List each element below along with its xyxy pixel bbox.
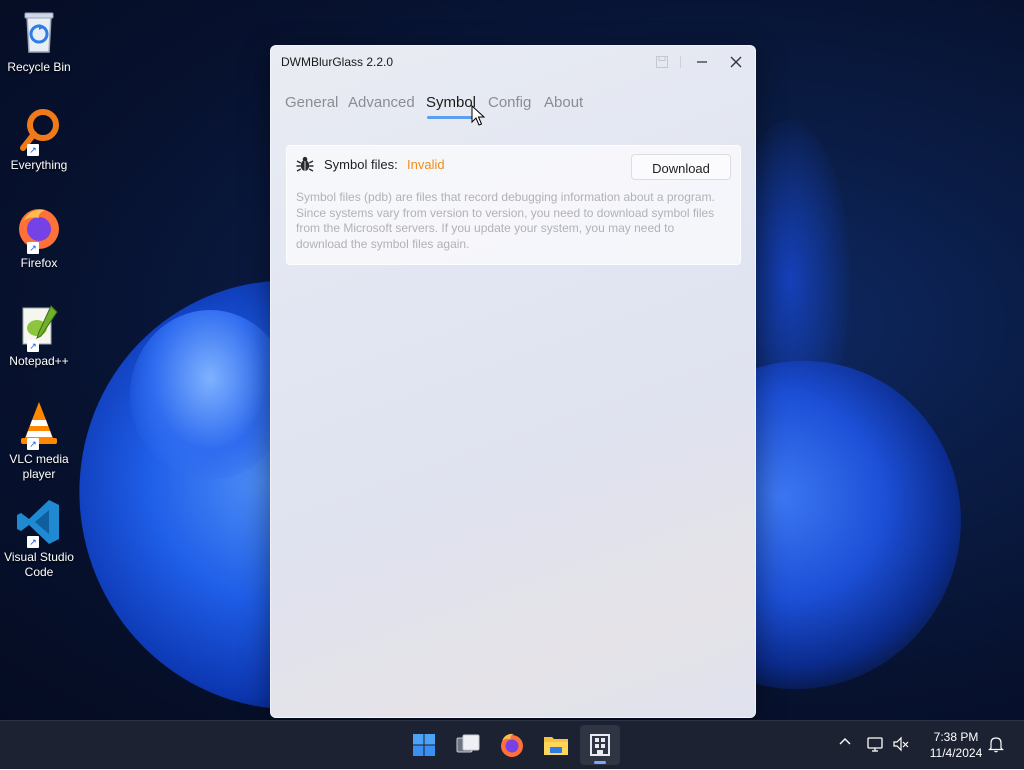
symbol-description: Symbol files (pdb) are files that record… <box>296 190 715 251</box>
tab-advanced[interactable]: Advanced <box>348 94 415 111</box>
system-clock[interactable]: 7:38 PM 11/4/2024 <box>918 729 994 761</box>
title-bar[interactable]: DWMBlurGlass 2.2.0 <box>271 46 755 78</box>
dwmblurglass-window: DWMBlurGlass 2.2.0 General Advanced Symb… <box>270 45 756 718</box>
desktop-icon-vscode[interactable]: ↗ Visual Studio Code <box>2 498 76 580</box>
bug-icon <box>296 156 314 172</box>
start-icon <box>413 734 435 756</box>
symbol-files-label: Symbol files: <box>324 157 398 172</box>
tab-symbol[interactable]: Symbol <box>426 94 476 111</box>
wallpaper-petal <box>130 310 290 480</box>
taskbar-file-explorer[interactable] <box>536 725 576 765</box>
desktop-icon-label: Visual Studio Code <box>4 550 74 579</box>
dwmblurglass-icon <box>590 734 610 756</box>
taskbar-firefox[interactable] <box>492 725 532 765</box>
running-indicator <box>594 761 606 764</box>
mouse-cursor-icon <box>471 105 485 126</box>
chevron-up-icon[interactable] <box>836 735 854 753</box>
window-title: DWMBlurGlass 2.2.0 <box>281 55 394 69</box>
firefox-icon: ↗ <box>15 204 63 254</box>
desktop-icon-label: VLC media player <box>9 452 69 481</box>
notification-bell-icon[interactable] <box>987 735 1005 753</box>
title-bar-separator <box>680 56 681 68</box>
tab-config[interactable]: Config <box>488 94 531 111</box>
desktop: Recycle Bin ↗ Everything ↗ Firefox ↗ Not… <box>0 0 1024 720</box>
close-button[interactable] <box>719 50 753 74</box>
desktop-icon-label: Firefox <box>20 256 58 270</box>
desktop-icon-vlc[interactable]: ↗ VLC media player <box>2 400 76 482</box>
clock-date: 11/4/2024 <box>929 746 983 760</box>
desktop-icon-label: Recycle Bin <box>7 60 71 74</box>
desktop-icon-notepad-plus-plus[interactable]: ↗ Notepad++ <box>2 302 76 369</box>
volume-muted-icon[interactable] <box>892 735 910 753</box>
active-tab-indicator <box>427 116 473 119</box>
tab-about[interactable]: About <box>544 94 583 111</box>
desktop-icon-everything[interactable]: ↗ Everything <box>2 106 76 173</box>
task-view-icon <box>456 734 480 753</box>
close-icon <box>730 56 742 68</box>
firefox-icon <box>501 733 523 757</box>
minimize-icon <box>697 61 707 63</box>
vlc-icon: ↗ <box>15 400 63 450</box>
notepad-plus-plus-icon: ↗ <box>15 302 63 352</box>
vscode-icon: ↗ <box>15 498 63 548</box>
file-explorer-icon <box>544 737 568 755</box>
minimize-button[interactable] <box>685 50 719 74</box>
everything-search-icon: ↗ <box>15 106 63 156</box>
network-icon[interactable] <box>866 735 884 753</box>
desktop-icon-label: Notepad++ <box>9 354 69 368</box>
recycle-bin-icon <box>15 8 63 56</box>
desktop-icon-firefox[interactable]: ↗ Firefox <box>2 204 76 271</box>
symbol-status-badge: Invalid <box>407 157 445 172</box>
task-view-button[interactable] <box>448 725 488 765</box>
download-button[interactable]: Download <box>631 154 731 180</box>
taskbar: 7:38 PM 11/4/2024 <box>0 720 1024 769</box>
tab-general[interactable]: General <box>285 94 338 111</box>
start-button[interactable] <box>404 725 444 765</box>
desktop-icon-recycle-bin[interactable]: Recycle Bin <box>2 8 76 75</box>
taskbar-dwmblurglass[interactable] <box>580 725 620 765</box>
symbol-files-card: Symbol files: Invalid Download Symbol fi… <box>286 145 741 265</box>
desktop-icon-label: Everything <box>10 158 68 172</box>
save-icon[interactable] <box>645 50 679 74</box>
clock-time: 7:38 PM <box>933 730 979 744</box>
